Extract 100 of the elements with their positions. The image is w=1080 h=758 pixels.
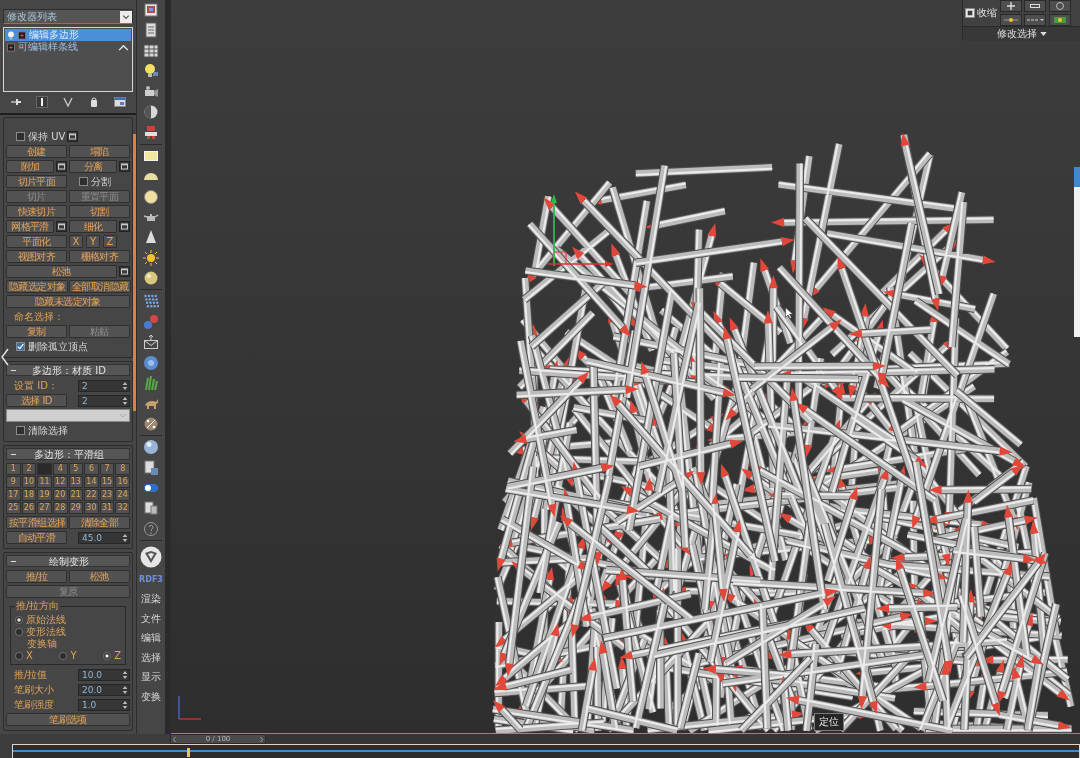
checkbox[interactable]	[16, 426, 25, 435]
window-icon[interactable]	[114, 96, 126, 109]
scrollbar-thumb[interactable]	[133, 134, 136, 411]
command-tab[interactable]: 变换	[141, 687, 161, 707]
smoothing-group-button[interactable]: 15	[99, 476, 115, 488]
checkbox[interactable]	[16, 342, 25, 351]
spinner-arrows-icon[interactable]	[122, 699, 128, 710]
command-tab[interactable]: 编辑	[141, 628, 161, 649]
command-button[interactable]: 附加	[6, 160, 54, 173]
command-button[interactable]: 隐藏未选定对象	[6, 295, 130, 308]
document-icon[interactable]	[143, 459, 159, 476]
axis-button[interactable]: Y	[86, 235, 100, 248]
smoothing-group-button[interactable]: 5	[68, 463, 84, 475]
modifier-stack-item[interactable]: 可编辑样条线	[5, 41, 131, 53]
settings-icon[interactable]	[119, 266, 130, 277]
document-icon[interactable]	[143, 500, 159, 517]
smoothing-group-button[interactable]: 6	[84, 463, 99, 475]
table-icon[interactable]	[143, 42, 159, 59]
smoothing-group-button[interactable]: 28	[52, 502, 68, 514]
robot-icon[interactable]	[143, 124, 159, 141]
radio-button[interactable]	[59, 652, 68, 660]
smoothing-group-button[interactable]: 30	[84, 502, 99, 514]
smoothing-group-button[interactable]: 17	[6, 489, 21, 501]
settings-icon[interactable]	[119, 161, 130, 172]
cross-icon[interactable]	[1000, 0, 1022, 12]
command-button[interactable]: 分离	[69, 160, 117, 173]
rollout-header[interactable]: 多边形：平滑组	[6, 448, 130, 460]
smoothing-group-button[interactable]: 9	[6, 476, 21, 488]
panel-title-bar[interactable]: 修改选择	[963, 26, 1080, 41]
radio-button[interactable]	[103, 652, 112, 660]
smoothing-group-button[interactable]: 21	[68, 489, 84, 501]
radio-button[interactable]	[15, 616, 23, 624]
settings-icon[interactable]	[56, 221, 67, 232]
plus-box-icon[interactable]	[18, 30, 26, 40]
picture-icon[interactable]	[143, 2, 159, 18]
axis-button[interactable]: X	[69, 235, 83, 248]
smoothing-group-button[interactable]: 26	[21, 502, 37, 514]
smoothing-group-button[interactable]: 13	[68, 476, 84, 488]
smoothing-group-button[interactable]: 1	[6, 463, 21, 475]
envelope-icon[interactable]	[143, 334, 159, 351]
smoothing-group-button[interactable]: 32	[115, 502, 130, 514]
spinner-field[interactable]: 1.0	[78, 698, 130, 711]
spinner-arrows-icon[interactable]	[122, 669, 128, 680]
percent-disc-icon[interactable]	[143, 415, 159, 432]
smoothing-group-button[interactable]: 19	[37, 489, 52, 501]
command-button[interactable]: 网格平滑	[6, 220, 54, 233]
command-button[interactable]: 创建	[6, 145, 67, 158]
smoothing-group-button[interactable]: 25	[6, 502, 21, 514]
smoothing-group-button[interactable]: 23	[99, 489, 115, 501]
command-button[interactable]: 隐藏选定对象	[6, 280, 69, 293]
command-tab[interactable]: 渲染	[141, 589, 161, 610]
command-button[interactable]: 自动平滑	[6, 531, 67, 544]
spinner-field[interactable]: 2	[78, 379, 130, 392]
command-button[interactable]: 推/拉	[6, 570, 67, 583]
settings-icon[interactable]	[119, 221, 130, 232]
ring-icon[interactable]	[1049, 0, 1071, 12]
fork-icon[interactable]	[62, 96, 74, 109]
caret-up-icon[interactable]	[118, 43, 129, 51]
command-button[interactable]: 松弛	[69, 570, 130, 583]
smoothing-group-button[interactable]: 14	[84, 476, 99, 488]
smoothing-group-button[interactable]: 12	[52, 476, 68, 488]
spinner-arrows-icon[interactable]	[122, 395, 128, 406]
sphere-icon[interactable]	[143, 439, 159, 456]
command-button[interactable]: 切割	[69, 205, 130, 218]
settings-icon[interactable]	[56, 161, 67, 172]
rectangle-icon[interactable]	[1024, 0, 1046, 12]
plus-box-icon[interactable]	[7, 42, 15, 52]
smoothing-group-button[interactable]: 4	[52, 463, 68, 475]
spinner-arrows-icon[interactable]	[122, 532, 128, 543]
command-button[interactable]: 平面化	[6, 235, 67, 248]
half-circle-icon[interactable]	[143, 103, 159, 120]
spinner-field[interactable]: 45.0	[78, 531, 130, 544]
sun-icon[interactable]	[143, 249, 159, 266]
spinner-field[interactable]: 10.0	[78, 668, 130, 681]
command-button[interactable]: 栅格对齐	[69, 250, 130, 263]
dropdown-field[interactable]	[6, 409, 130, 422]
command-button[interactable]: 切片平面	[6, 175, 67, 188]
command-tab[interactable]: 显示	[141, 667, 161, 688]
sphere-icon[interactable]	[143, 270, 159, 287]
rollout-header[interactable]: 绘制变形	[6, 555, 130, 567]
smoothing-group-button[interactable]: 29	[68, 502, 84, 514]
lock-icon[interactable]	[88, 96, 100, 109]
dot-in-rectangle-icon[interactable]	[1049, 14, 1071, 26]
command-button[interactable]: 细化	[69, 220, 117, 233]
radio-button[interactable]	[15, 652, 23, 660]
smoothing-group-button[interactable]: 18	[21, 489, 37, 501]
grass-icon[interactable]	[143, 375, 159, 392]
spinner-field[interactable]: 20.0	[78, 683, 130, 696]
command-tab[interactable]: 文件	[141, 609, 161, 629]
smoothing-group-button[interactable]: 24	[115, 489, 130, 501]
checkbox[interactable]	[79, 177, 88, 186]
command-button[interactable]: 复制	[6, 325, 67, 338]
command-button[interactable]: 按平滑组选择	[6, 516, 69, 529]
shrink-button[interactable]: 收缩	[965, 6, 997, 20]
smoothing-group-button[interactable]: 7	[99, 463, 115, 475]
smoothing-group-button[interactable]: 27	[37, 502, 52, 514]
camera-icon[interactable]	[143, 83, 159, 100]
smoothing-group-button[interactable]: 8	[115, 463, 130, 475]
disc-icon[interactable]	[143, 188, 159, 205]
command-button[interactable]: 快速切片	[6, 205, 67, 218]
